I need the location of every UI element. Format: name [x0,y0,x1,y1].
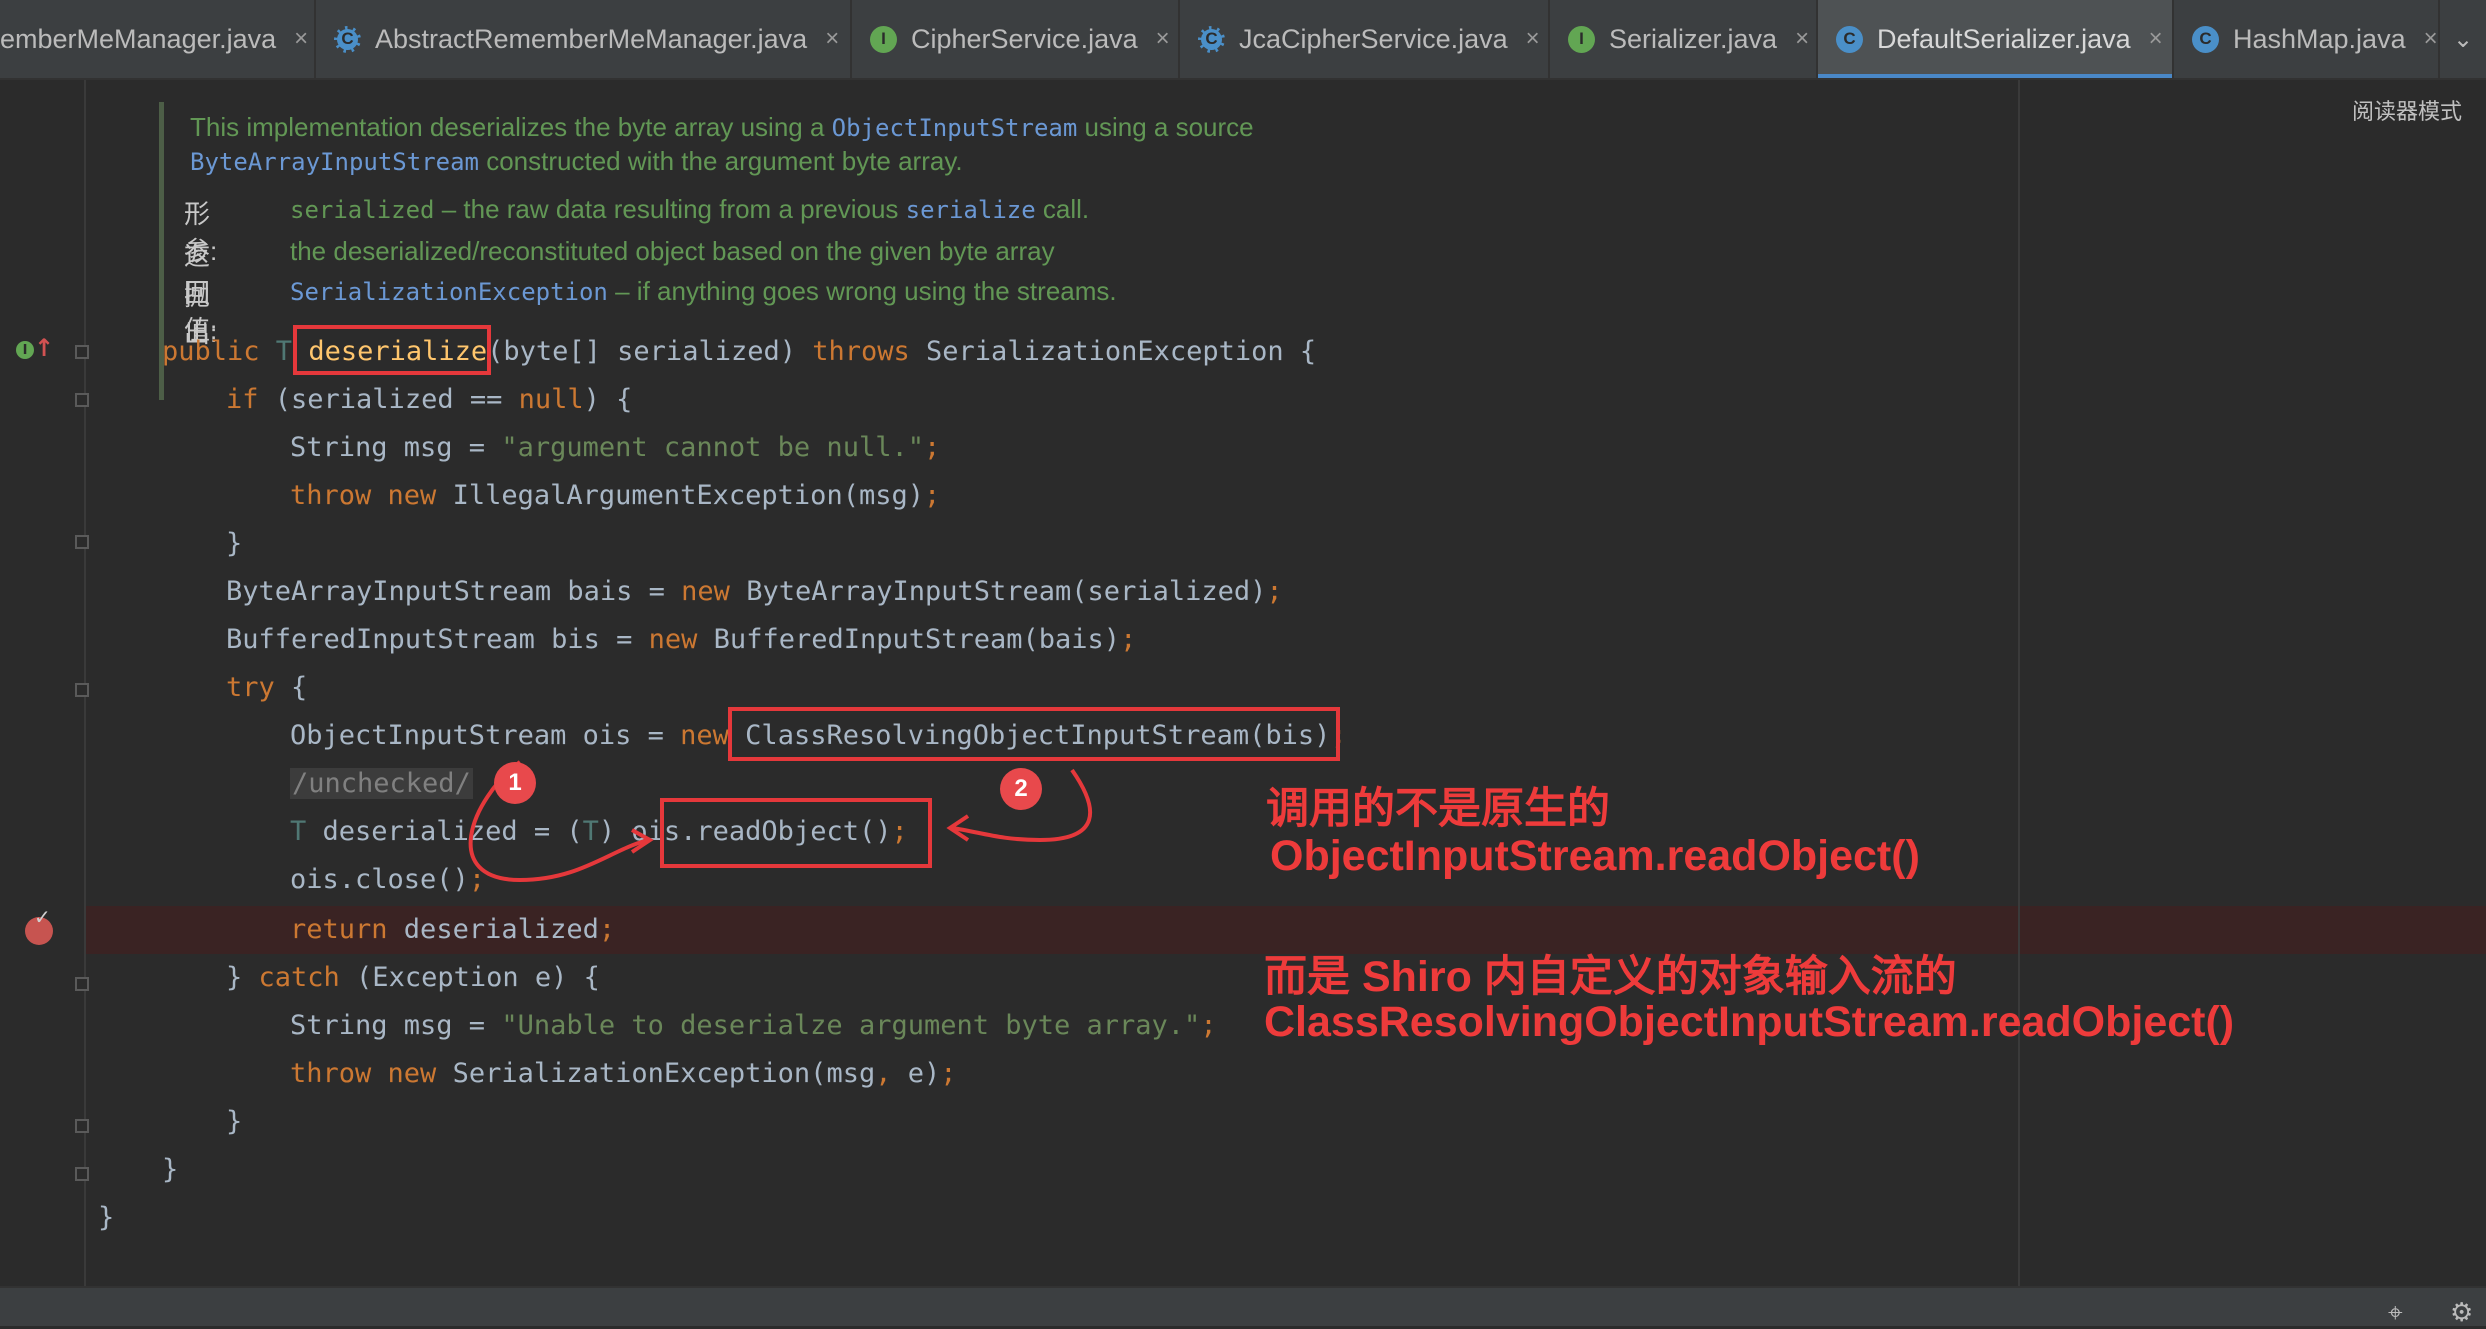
annotation-arrows [468,760,1093,883]
chevron-down-icon[interactable]: ⌄ [2438,0,2486,78]
target-icon[interactable]: ⌖ [2388,1298,2403,1329]
tab-abstractremembermemanager[interactable]: C AbstractRememberMeManager.java × [316,0,852,78]
tab-label: AbstractRememberMeManager.java [375,23,808,54]
step-badge-2: 2 [1000,768,1042,810]
class-icon: C [2192,25,2219,53]
close-icon[interactable]: × [1156,25,1170,53]
tab-label: emberMeManager.java [0,23,277,54]
tab-cipherservice[interactable]: I CipherService.java × [852,0,1180,78]
interface-icon: I [870,25,897,53]
interface-icon: I [1568,25,1595,53]
tab-label: DefaultSerializer.java [1877,23,2131,54]
class-icon: C [1198,25,1225,53]
tab-jcacipherservice[interactable]: C JcaCipherService.java × [1180,0,1550,78]
class-icon: C [1836,25,1863,53]
editor-tab-bar: emberMeManager.java × C AbstractRemember… [0,0,2486,80]
tab-label: CipherService.java [911,23,1138,54]
step-badge-1: 1 [494,762,536,804]
annotation-note: ObjectInputStream.readObject() [1270,832,1920,880]
close-icon[interactable]: × [2424,25,2438,53]
tab-remembermemanager[interactable]: emberMeManager.java × [0,0,316,78]
tab-hashmap[interactable]: C HashMap.java × [2174,0,2440,78]
annotation-note: 而是 Shiro 内自定义的对象输入流的 [1264,953,1957,1001]
annotation-note: ClassResolvingObjectInputStream.readObje… [1264,998,2235,1046]
class-icon: C [334,25,361,53]
close-icon[interactable]: × [1526,25,1540,53]
tab-serializer[interactable]: I Serializer.java × [1550,0,1818,78]
close-icon[interactable]: × [2149,25,2163,53]
annotation-note: 调用的不是原生的 [1266,785,1610,833]
tab-label: HashMap.java [2233,23,2406,54]
status-bar: ⌖ ⚙ [0,1286,2486,1329]
close-icon[interactable]: × [1795,25,1809,53]
tab-defaultserializer[interactable]: C DefaultSerializer.java × [1818,0,2174,78]
code-editor[interactable]: 阅读器模式 This implementation deserializes t… [0,80,2486,1286]
tab-label: Serializer.java [1609,23,1778,54]
close-icon[interactable]: × [825,25,839,53]
close-icon[interactable]: × [294,25,308,53]
tab-label: JcaCipherService.java [1239,23,1508,54]
